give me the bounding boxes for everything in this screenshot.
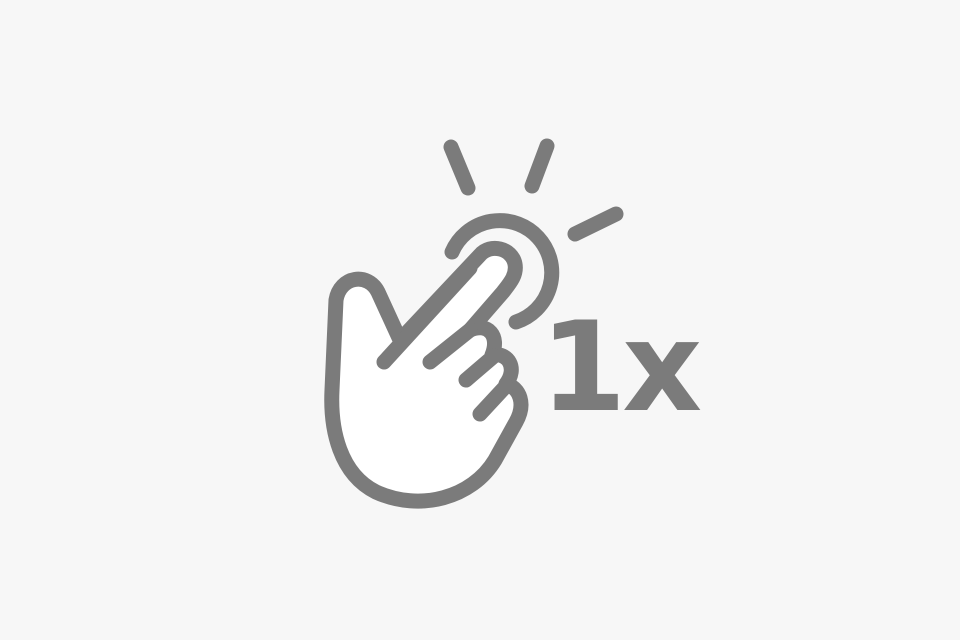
- tap-ray-left: [443, 139, 476, 196]
- tap-count-label: 1x: [540, 296, 702, 440]
- tap-ray-right: [567, 206, 624, 242]
- tap-gesture-stage: 1x: [0, 0, 960, 640]
- single-tap-gesture-icon: [324, 138, 624, 509]
- hand-icon: [324, 240, 529, 509]
- tap-ray-middle: [524, 138, 555, 194]
